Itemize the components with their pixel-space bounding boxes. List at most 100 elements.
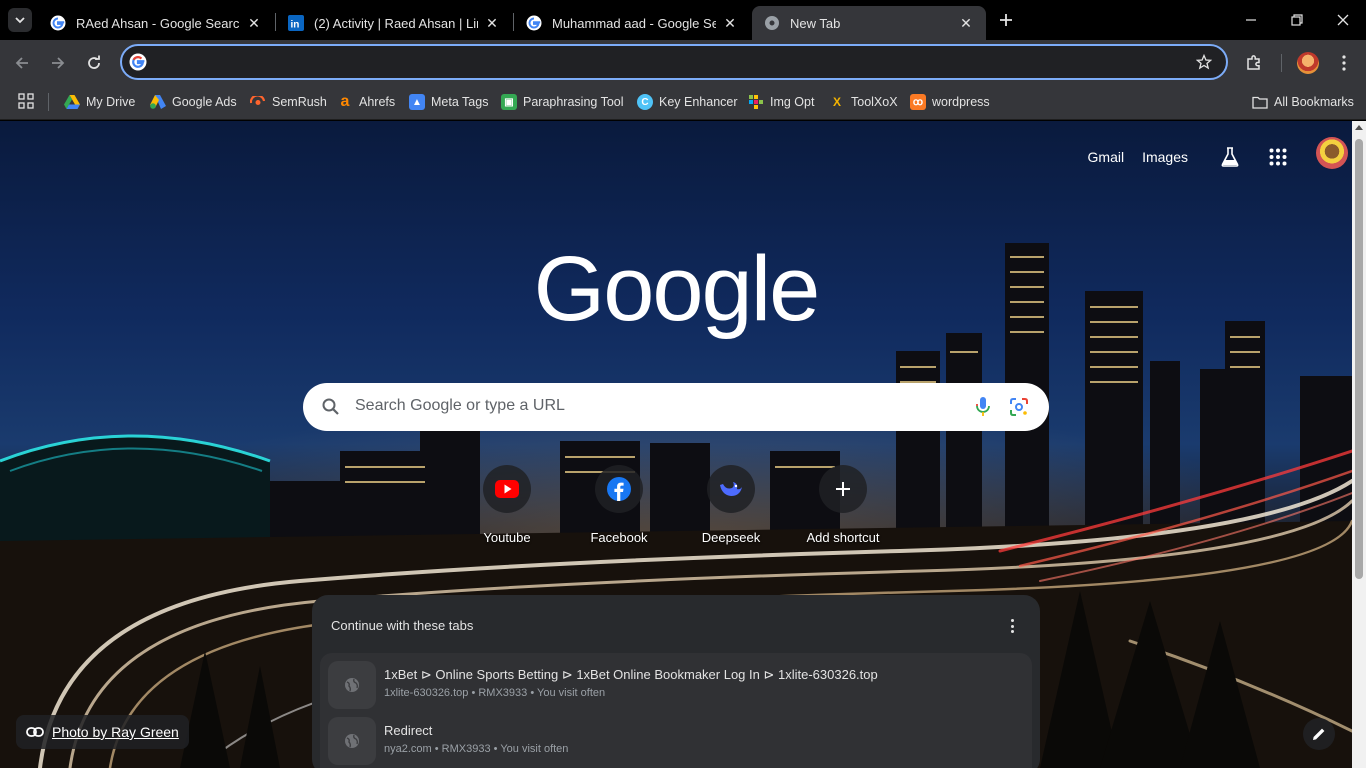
xampp-icon: ꝏ	[910, 94, 926, 110]
plus-icon	[836, 482, 850, 496]
forward-button[interactable]	[44, 49, 72, 77]
new-tab-page: Gmail Images Google Search Google or typ…	[0, 121, 1366, 768]
gmail-link[interactable]: Gmail	[1088, 149, 1125, 165]
bookmark-label: Img Opt	[770, 95, 815, 109]
bookmark-label: Google Ads	[172, 95, 237, 109]
profile-avatar-button[interactable]	[1297, 52, 1319, 74]
reload-button[interactable]	[80, 49, 108, 77]
microphone-icon[interactable]	[973, 396, 993, 418]
shortcut-deepseek[interactable]: Deepseek	[675, 465, 787, 553]
google-apps-icon[interactable]	[1266, 145, 1290, 169]
all-bookmarks-button[interactable]: All Bookmarks	[1252, 91, 1354, 113]
close-icon[interactable]: ✕	[246, 15, 262, 31]
address-bar[interactable]	[120, 44, 1228, 80]
close-icon[interactable]: ✕	[484, 15, 500, 31]
bookmark-semrush[interactable]: SemRush	[250, 91, 327, 113]
tab-google-search-raed[interactable]: RAed Ahsan - Google Search ✕	[38, 6, 274, 40]
tab-strip: RAed Ahsan - Google Search ✕ in (2) Acti…	[0, 0, 1366, 40]
semrush-icon	[250, 94, 266, 110]
labs-flask-icon[interactable]	[1218, 145, 1242, 169]
close-window-button[interactable]	[1320, 0, 1366, 40]
google-g-icon	[129, 53, 147, 71]
search-icon	[322, 398, 339, 415]
list-item[interactable]: 1xBet ⊳ Online Sports Betting ⊳ 1xBet On…	[328, 659, 1024, 711]
add-shortcut-button[interactable]: Add shortcut	[787, 465, 899, 553]
plus-icon	[1000, 14, 1012, 26]
tab-search-button[interactable]	[8, 8, 32, 32]
restore-button[interactable]	[1274, 0, 1320, 40]
list-item-title: 1xBet ⊳ Online Sports Betting ⊳ 1xBet On…	[384, 667, 878, 682]
bookmark-my-drive[interactable]: My Drive	[64, 91, 135, 113]
apps-grid-icon[interactable]	[18, 93, 34, 109]
shortcut-label: Deepseek	[701, 530, 761, 545]
shortcut-label: Facebook	[590, 530, 648, 545]
ahrefs-icon: a	[340, 93, 350, 110]
google-lens-icon[interactable]	[1009, 397, 1029, 417]
bookmark-key-enhancer[interactable]: C Key Enhancer	[637, 91, 738, 113]
search-placeholder[interactable]: Search Google or type a URL	[355, 397, 565, 415]
ntp-top-links: Gmail Images	[1088, 145, 1302, 169]
minimize-button[interactable]	[1228, 0, 1274, 40]
bookmark-toolxox[interactable]: X ToolXoX	[829, 91, 898, 113]
chrome-menu-button[interactable]	[1330, 49, 1358, 77]
images-link[interactable]: Images	[1142, 149, 1188, 165]
globe-icon	[328, 661, 376, 709]
bookmark-img-opt[interactable]: Img Opt	[748, 91, 814, 113]
folder-icon	[1252, 94, 1268, 110]
minimize-icon	[1246, 19, 1256, 21]
kebab-menu-icon[interactable]	[1004, 617, 1020, 635]
photo-credit-text: Photo by Ray Green	[52, 724, 179, 740]
img-opt-icon	[748, 94, 764, 110]
key-enhancer-icon: C	[637, 94, 653, 110]
star-icon	[1196, 54, 1212, 70]
kebab-menu-icon	[1342, 55, 1346, 71]
scrollbar-thumb[interactable]	[1355, 139, 1363, 579]
google-g-icon	[526, 15, 542, 31]
chrome-icon	[764, 15, 780, 31]
google-g-icon	[50, 15, 66, 31]
reload-icon	[88, 55, 100, 69]
shortcut-tile	[595, 465, 643, 513]
close-icon	[1337, 14, 1349, 26]
shortcut-youtube[interactable]: Youtube	[451, 465, 563, 553]
tab-google-search-muhammad[interactable]: Muhammad aad - Google Search ✕	[514, 6, 750, 40]
shortcut-tile	[707, 465, 755, 513]
bookmark-wordpress[interactable]: ꝏ wordpress	[910, 91, 990, 113]
scroll-up-arrow[interactable]	[1355, 125, 1363, 130]
bookmark-google-ads[interactable]: Google Ads	[150, 91, 237, 113]
list-item-subtitle: 1xlite-630326.top • RMX3933 • You visit …	[384, 687, 606, 699]
list-item[interactable]: Redirect nya2.com • RMX3933 • You visit …	[328, 715, 1024, 767]
deepseek-icon	[720, 482, 742, 496]
photo-credit-link[interactable]: Photo by Ray Green	[16, 715, 189, 749]
back-button[interactable]	[8, 49, 36, 77]
bookmark-label: Meta Tags	[431, 95, 489, 109]
facebook-icon	[607, 477, 631, 501]
shortcut-facebook[interactable]: Facebook	[563, 465, 675, 553]
bookmark-meta-tags[interactable]: ▲ Meta Tags	[409, 91, 488, 113]
bookmark-paraphrasing-tool[interactable]: ▣ Paraphrasing Tool	[501, 91, 624, 113]
tab-linkedin-activity[interactable]: in (2) Activity | Raed Ahsan | LinkedIn …	[276, 6, 512, 40]
bookmark-ahrefs[interactable]: a Ahrefs	[337, 91, 396, 113]
close-icon[interactable]: ✕	[958, 15, 974, 31]
continue-tabs-list: 1xBet ⊳ Online Sports Betting ⊳ 1xBet On…	[320, 653, 1032, 768]
ntp-search-box[interactable]: Search Google or type a URL	[303, 383, 1049, 431]
customize-chrome-button[interactable]	[1303, 718, 1335, 750]
bookmarks-separator	[48, 93, 49, 111]
shortcut-tile	[483, 465, 531, 513]
close-icon[interactable]: ✕	[722, 15, 738, 31]
list-item-subtitle: nya2.com • RMX3933 • You visit often	[384, 743, 569, 755]
tab-new-tab[interactable]: New Tab ✕	[752, 6, 986, 40]
new-tab-button[interactable]	[994, 8, 1018, 32]
extensions-button[interactable]	[1240, 49, 1268, 77]
google-ads-icon	[150, 94, 166, 110]
address-input[interactable]	[156, 50, 1176, 74]
puzzle-icon	[1247, 55, 1260, 70]
meta-tags-icon: ▲	[409, 94, 425, 110]
link-icon	[26, 727, 44, 737]
bookmark-label: wordpress	[932, 95, 990, 109]
page-scrollbar[interactable]	[1352, 121, 1366, 768]
account-avatar[interactable]	[1316, 137, 1348, 169]
bookmark-star-button[interactable]	[1194, 52, 1214, 72]
drive-icon	[64, 94, 80, 110]
toolxox-icon: X	[832, 95, 841, 109]
